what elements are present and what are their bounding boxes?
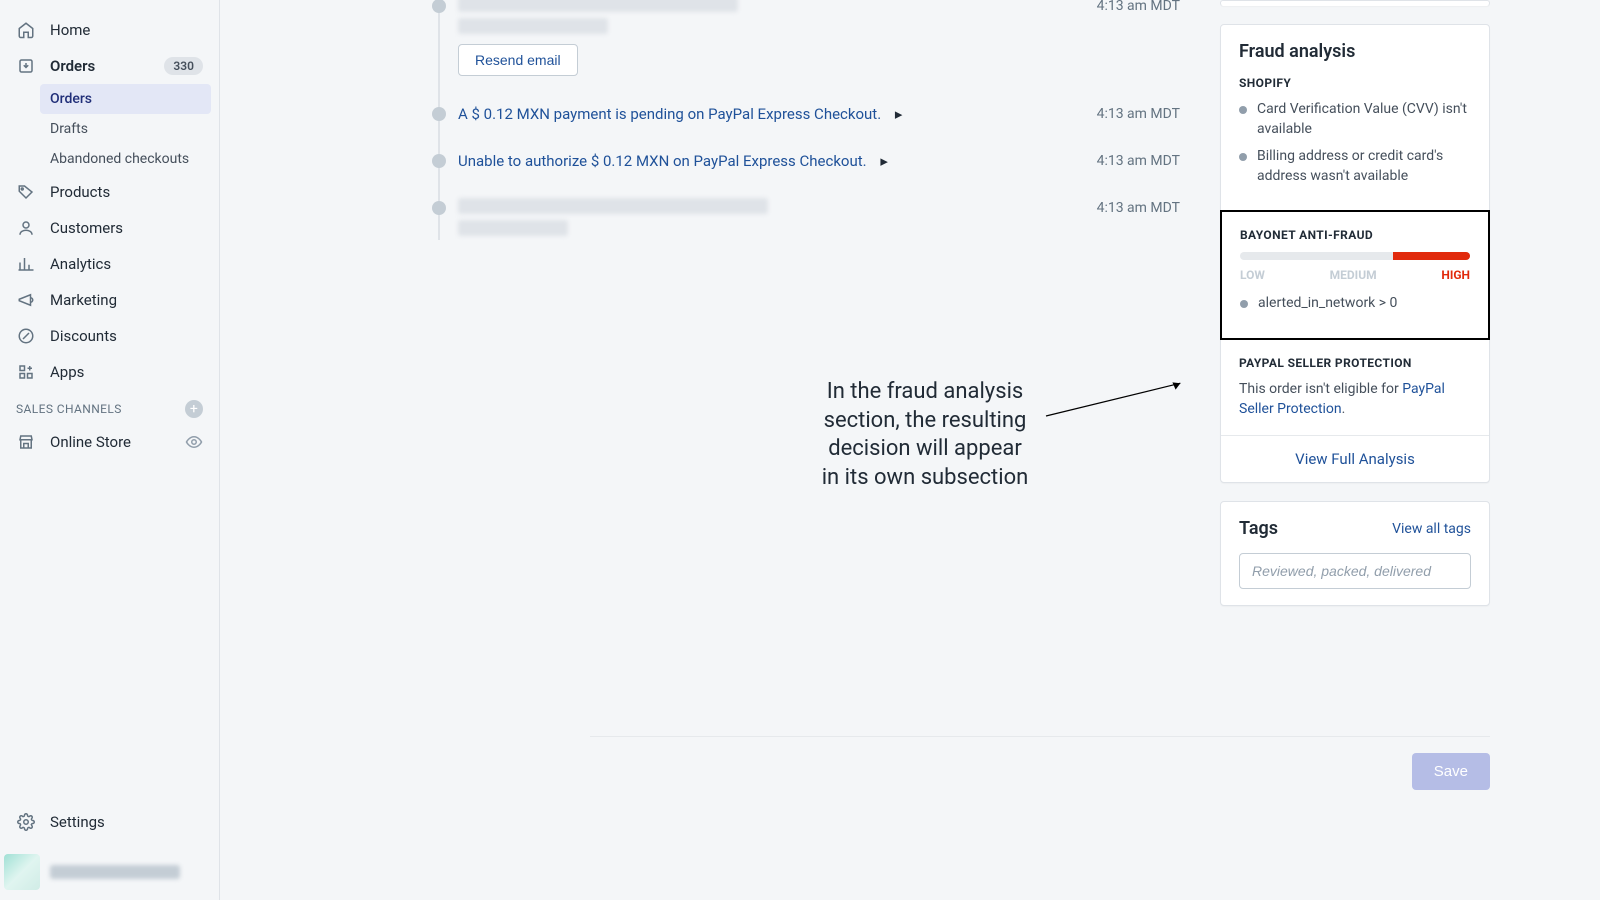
nav-products-label: Products [50, 183, 110, 201]
shopify-subhead: SHOPIFY [1239, 76, 1471, 90]
timeline-item: 4:13 am MDT Resend email 4:13 am MDT [430, 0, 990, 76]
fraud-indicator: Billing address or credit card's address… [1239, 147, 1471, 186]
nav-discounts[interactable]: Discounts [0, 318, 219, 354]
risk-meter [1240, 252, 1470, 260]
timeline-time: 4:13 am MDT [1097, 106, 1180, 122]
nav-orders-label: Orders [50, 57, 95, 75]
tags-title: Tags [1239, 518, 1278, 539]
bullet-dot-icon [1239, 153, 1247, 161]
risk-fill-high [1393, 252, 1470, 260]
store-name-redacted [50, 865, 180, 879]
risk-low-label: LOW [1240, 268, 1265, 282]
timeline-dot [432, 0, 446, 13]
nav-analytics-label: Analytics [50, 255, 111, 273]
store-icon [16, 432, 36, 452]
subnav-drafts[interactable]: Drafts [50, 114, 219, 144]
redacted-text [458, 220, 568, 236]
timeline-dot [432, 107, 446, 121]
orders-icon [16, 56, 36, 76]
view-store-icon[interactable] [185, 433, 203, 451]
nav-orders[interactable]: Orders 330 [0, 48, 219, 84]
store-switcher[interactable] [0, 844, 219, 900]
risk-high-label: HIGH [1441, 268, 1470, 282]
redacted-text [458, 198, 768, 214]
orders-badge: 330 [164, 57, 203, 75]
view-all-tags-link[interactable]: View all tags [1392, 521, 1471, 537]
orders-subnav: Orders Drafts Abandoned checkouts [0, 84, 219, 174]
timeline-time: 4:13 am MDT [1097, 0, 1180, 14]
nav-marketing[interactable]: Marketing [0, 282, 219, 318]
tags-card: Tags View all tags [1220, 501, 1490, 606]
sidebar: Home Orders 330 Orders Drafts Abandoned … [0, 0, 220, 900]
marketing-icon [16, 290, 36, 310]
bullet-dot-icon [1240, 300, 1248, 308]
discounts-icon [16, 326, 36, 346]
redacted-text [458, 0, 738, 12]
nav-customers-label: Customers [50, 219, 123, 237]
nav-products[interactable]: Products [0, 174, 219, 210]
timeline-item: 4:13 am MDT [430, 198, 990, 236]
annotation-arrow [1028, 380, 1208, 420]
tags-input[interactable] [1239, 553, 1471, 589]
paypal-subhead: PAYPAL SELLER PROTECTION [1239, 356, 1471, 370]
timeline-item[interactable]: A $ 0.12 MXN payment is pending on PayPa… [430, 104, 990, 123]
timeline-dot [432, 154, 446, 168]
nav-settings-label: Settings [50, 813, 105, 831]
risk-medium-label: MEDIUM [1330, 268, 1377, 282]
timeline-text: A $ 0.12 MXN payment is pending on PayPa… [458, 105, 902, 123]
sales-channels-header: SALES CHANNELS + [0, 390, 219, 424]
card-slice [1220, 0, 1490, 6]
gear-icon [16, 812, 36, 832]
nav-analytics[interactable]: Analytics [0, 246, 219, 282]
home-icon [16, 20, 36, 40]
store-avatar [4, 854, 40, 890]
customers-icon [16, 218, 36, 238]
analytics-icon [16, 254, 36, 274]
bayonet-subhead: BAYONET ANTI-FRAUD [1240, 228, 1470, 242]
fraud-analysis-card: Fraud analysis SHOPIFY Card Verification… [1220, 24, 1490, 483]
apps-icon [16, 362, 36, 382]
subnav-orders[interactable]: Orders [40, 84, 211, 114]
chevron-right-icon: ▸ [895, 105, 903, 123]
chevron-right-icon: ▸ [880, 152, 888, 170]
nav-marketing-label: Marketing [50, 291, 117, 309]
nav-settings[interactable]: Settings [0, 804, 219, 840]
timeline-item[interactable]: Unable to authorize $ 0.12 MXN on PayPal… [430, 151, 990, 170]
bayonet-section: BAYONET ANTI-FRAUD LOW MEDIUM HIGH alert… [1220, 210, 1490, 340]
fraud-indicator: alerted_in_network > 0 [1240, 294, 1470, 314]
nav-online-store-label: Online Store [50, 433, 131, 451]
products-icon [16, 182, 36, 202]
nav-home-label: Home [50, 21, 90, 39]
timeline-time: 4:13 am MDT [1097, 200, 1180, 216]
paypal-protection-text: This order isn't eligible for PayPal Sel… [1239, 380, 1471, 419]
nav-customers[interactable]: Customers [0, 210, 219, 246]
nav-discounts-label: Discounts [50, 327, 117, 345]
bullet-dot-icon [1239, 106, 1247, 114]
main-content: 4:13 am MDT Resend email 4:13 am MDT A $… [220, 0, 1600, 900]
nav-apps-label: Apps [50, 363, 84, 381]
timeline-time: 4:13 am MDT [1097, 153, 1180, 169]
view-full-analysis-link[interactable]: View Full Analysis [1221, 435, 1489, 482]
redacted-text [458, 18, 608, 34]
subnav-abandoned[interactable]: Abandoned checkouts [50, 144, 219, 174]
save-button[interactable]: Save [1412, 753, 1490, 790]
fraud-title: Fraud analysis [1239, 41, 1471, 62]
right-column: Fraud analysis SHOPIFY Card Verification… [1220, 0, 1490, 624]
nav-online-store[interactable]: Online Store [0, 424, 219, 460]
add-channel-icon[interactable]: + [185, 400, 203, 418]
nav-apps[interactable]: Apps [0, 354, 219, 390]
timeline-text: Unable to authorize $ 0.12 MXN on PayPal… [458, 152, 888, 170]
timeline-dot [432, 201, 446, 215]
annotation-text: In the fraud analysis section, the resul… [820, 378, 1030, 492]
order-timeline: 4:13 am MDT Resend email 4:13 am MDT A $… [430, 0, 990, 252]
save-bar: Save [590, 736, 1490, 790]
fraud-indicator: Card Verification Value (CVV) isn't avai… [1239, 100, 1471, 139]
resend-email-button[interactable]: Resend email [458, 44, 578, 76]
sales-channels-label: SALES CHANNELS [16, 402, 122, 416]
nav-home[interactable]: Home [0, 12, 219, 48]
risk-labels: LOW MEDIUM HIGH [1240, 268, 1470, 282]
